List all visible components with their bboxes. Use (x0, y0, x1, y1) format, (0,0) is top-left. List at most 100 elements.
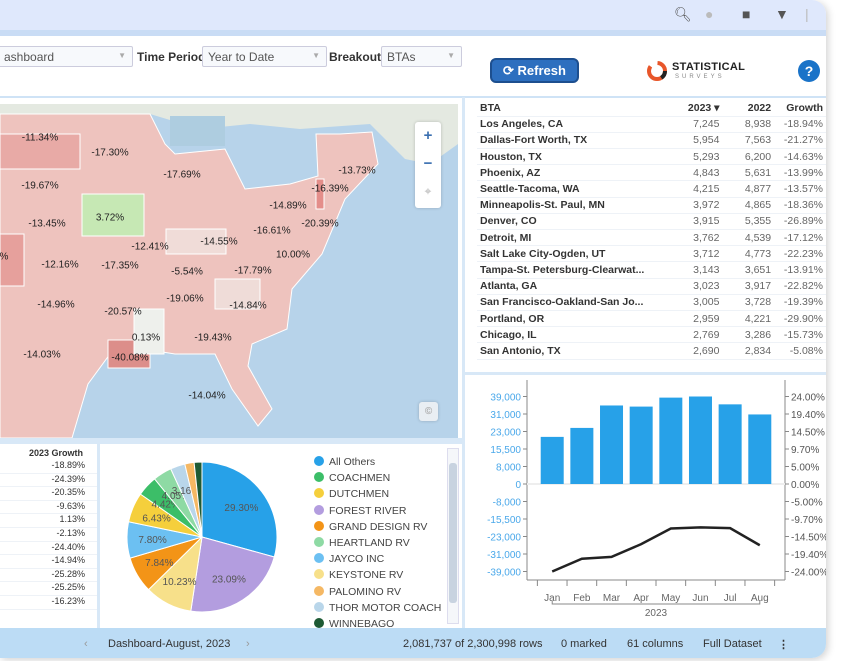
map-region-label[interactable]: 10.00% (276, 250, 310, 261)
growth-value: -24.40% (0, 542, 97, 556)
map-region-label[interactable]: % (0, 252, 8, 263)
table-cell: 4,221 (722, 310, 775, 328)
bar[interactable] (600, 405, 624, 484)
map-region-label[interactable]: -12.41% (131, 242, 168, 253)
table-row[interactable]: Los Angeles, CA 7,245 8,938 -18.94% (477, 116, 826, 133)
table-row[interactable]: San Francisco-Oakland-San Jo... 3,005 3,72… (477, 294, 826, 311)
map-region-label[interactable]: -17.79% (234, 266, 271, 277)
map-region-label[interactable]: -16.61% (253, 226, 290, 237)
legend-item[interactable]: JAYCO INC (314, 553, 384, 565)
column-header[interactable]: Growth (774, 100, 826, 117)
table-row[interactable]: Denver, CO 3,915 5,355 -26.89% (477, 213, 826, 231)
legend-item[interactable]: DUTCHMEN (314, 488, 389, 500)
table-row[interactable]: Portland, OR 2,959 4,221 -29.90% (477, 310, 826, 328)
map-region-label[interactable]: -19.43% (194, 333, 231, 344)
bar[interactable] (659, 397, 683, 484)
map-region-label[interactable]: -20.39% (301, 219, 338, 230)
filter-icon[interactable]: ▼ (775, 6, 789, 22)
map-region-label[interactable]: 0.13% (132, 333, 160, 344)
bar[interactable] (748, 414, 772, 484)
legend-item[interactable]: PALOMINO RV (314, 585, 401, 598)
table-row[interactable]: Atlanta, GA 3,023 3,917 -22.82% (477, 278, 826, 295)
status-dataset[interactable]: Full Dataset (703, 638, 762, 650)
zoom-in-button[interactable]: + (415, 122, 441, 150)
page-select[interactable]: ashboard ▼ (0, 46, 133, 67)
map-region-label[interactable]: -14.55% (200, 237, 237, 248)
map-region-label[interactable]: -14.04% (188, 391, 225, 402)
comment-icon[interactable]: ● (705, 6, 713, 22)
table-cell: -22.82% (774, 278, 826, 295)
growth-value: -16.23% (0, 596, 97, 610)
choropleth-map[interactable]: -11.34% -17.30% -17.69% -13.73% -19.67% -16.3… (0, 104, 458, 438)
map-region-label[interactable]: -5.54% (171, 267, 203, 278)
search-icon[interactable]: 🔍︎ (674, 6, 692, 23)
table-row[interactable]: Phoenix, AZ 4,843 5,631 -13.99% (477, 164, 826, 182)
map-region-label[interactable]: -17.35% (101, 261, 138, 272)
table-cell: 3,915 (662, 213, 723, 231)
map-region-label[interactable]: -40.08% (111, 353, 148, 364)
bar[interactable] (570, 427, 594, 484)
legend-item[interactable]: THOR MOTOR COACH (314, 601, 442, 614)
copyright-icon[interactable]: © (419, 402, 438, 421)
map-region-label[interactable]: -14.03% (23, 350, 60, 361)
zoom-out-button[interactable]: − (415, 150, 441, 178)
map-region-label[interactable]: -14.89% (269, 201, 306, 212)
column-header[interactable]: BTA (477, 100, 663, 117)
map-region-label[interactable]: -17.69% (163, 170, 200, 181)
table-row[interactable]: Houston, TX 5,293 6,200 -14.63% (477, 148, 826, 166)
map-region-label[interactable]: -13.73% (338, 166, 375, 177)
bar[interactable] (688, 396, 712, 485)
table-row[interactable]: San Antonio, TX 2,690 2,834 -5.08% (477, 342, 826, 360)
next-page-icon[interactable]: › (246, 638, 250, 650)
reset-view-icon[interactable]: ⌖ (415, 178, 441, 206)
column-header[interactable]: 2022 (722, 100, 775, 117)
legend-scrollbar[interactable] (447, 448, 459, 624)
refresh-button[interactable]: ⟳ Refresh (490, 58, 579, 83)
map-region-label[interactable]: -14.96% (37, 300, 74, 311)
table-row[interactable]: Salt Lake City-Ogden, UT 3,712 4,773 -22.23… (477, 245, 826, 263)
map-region-label[interactable]: -13.45% (28, 219, 65, 230)
map-region-label[interactable]: -11.34% (22, 133, 59, 144)
bta-name: Houston, TX (477, 148, 663, 166)
legend-label: HEARTLAND RV (329, 537, 410, 549)
right-tick-label: -19.40% (791, 550, 826, 561)
table-row[interactable]: Detroit, MI 3,762 4,539 -17.12% (477, 229, 826, 247)
map-region-label[interactable]: -19.06% (166, 294, 203, 305)
table-row[interactable]: Chicago, IL 2,769 3,286 -15.73% (477, 326, 826, 344)
table-row[interactable]: Seattle-Tacoma, WA 4,215 4,877 -13.57% (477, 180, 826, 198)
map-region-label[interactable]: -17.30% (91, 148, 128, 159)
prev-page-icon[interactable]: ‹ (84, 638, 88, 650)
bar[interactable] (629, 406, 653, 484)
table-row[interactable]: Dallas-Fort Worth, TX 5,954 7,563 -21.27% (477, 132, 826, 150)
bar[interactable] (718, 404, 742, 484)
time-period-select[interactable]: Year to Date ▼ (202, 46, 327, 67)
legend-item[interactable]: FOREST RIVER (314, 504, 406, 517)
legend-item[interactable]: HEARTLAND RV (314, 537, 410, 549)
legend-item[interactable]: KEYSTONE RV (314, 569, 403, 581)
map-region-label[interactable]: -20.57% (104, 307, 141, 318)
bookmark-icon[interactable]: ■ (742, 6, 750, 22)
breakout-select[interactable]: BTAs ▼ (381, 46, 462, 67)
column-header[interactable]: 2023 ▾ (662, 100, 723, 117)
legend-label: THOR MOTOR COACH (329, 601, 442, 614)
breakout-value: BTAs (387, 50, 416, 64)
table-cell: -13.99% (774, 164, 826, 182)
map-region-label[interactable]: 3.72% (96, 213, 124, 224)
legend-item[interactable]: GRAND DESIGN RV (314, 520, 427, 533)
more-options-icon[interactable]: ⋮ (778, 638, 789, 651)
help-button[interactable]: ? (798, 60, 820, 82)
table-row[interactable]: Tampa-St. Petersburg-Clearwat... 3,143 3,6… (477, 261, 826, 279)
map-region-label[interactable]: -14.84% (229, 301, 266, 312)
left-tick-label: 39,000 (490, 393, 521, 404)
map-region-label[interactable]: -16.39% (311, 184, 348, 195)
table-row[interactable]: Minneapolis-St. Paul, MN 3,972 4,865 -18.36… (477, 197, 826, 214)
legend-item[interactable]: All Others (314, 456, 375, 468)
right-tick-label: 14.50% (791, 428, 825, 439)
map-region-label[interactable]: -12.16% (41, 260, 78, 271)
map-region-label[interactable]: -19.67% (21, 181, 58, 192)
table-cell: 3,972 (662, 197, 723, 214)
growth-line[interactable] (551, 526, 761, 573)
bar[interactable] (540, 436, 564, 484)
scrollbar-thumb[interactable] (449, 463, 457, 603)
legend-item[interactable]: COACHMEN (314, 472, 390, 484)
